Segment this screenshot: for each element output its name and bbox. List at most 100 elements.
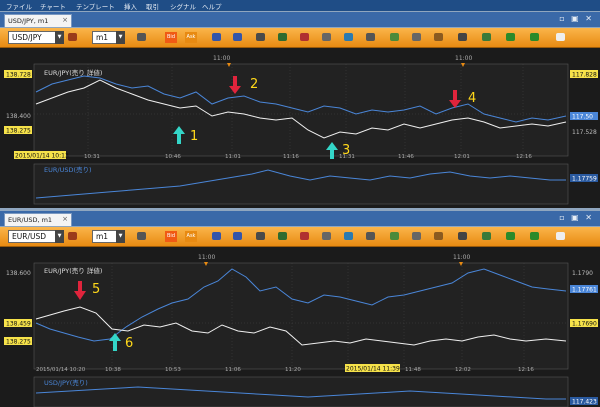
fan-tool-icon[interactable] — [482, 33, 491, 41]
menu-bar: ファイル チャート テンプレート 挿入 取引 シグナル ヘルプ — [0, 0, 600, 11]
menu-help[interactable]: ヘルプ — [202, 1, 222, 11]
grid-icon[interactable] — [137, 33, 146, 41]
close-icon[interactable]: × — [62, 215, 68, 223]
left-price-label: 138.600 — [6, 270, 31, 277]
right-price-label: 117.828 — [572, 72, 597, 79]
time-tick: 11:48 — [405, 367, 421, 373]
annotation-number: 4 — [468, 91, 476, 106]
time-tick: 10:53 — [165, 367, 181, 373]
ask-button[interactable]: Ask — [185, 32, 197, 43]
grid-icon[interactable] — [137, 232, 146, 240]
indicator-icon[interactable] — [278, 33, 287, 41]
zoom-in-icon[interactable] — [212, 232, 221, 240]
left-price-label: 138.728 — [6, 72, 31, 79]
menu-insert[interactable]: 挿入 — [124, 1, 137, 11]
chart-tab-eurusd[interactable]: EUR/USD, m1 × — [4, 213, 72, 226]
time-tick: 10:46 — [165, 154, 181, 160]
annotation-number: 5 — [92, 282, 100, 297]
menu-trade[interactable]: 取引 — [146, 1, 159, 11]
menu-template[interactable]: テンプレート — [76, 1, 115, 11]
wrench-icon[interactable] — [366, 33, 375, 41]
chevron-down-icon[interactable]: ▼ — [55, 230, 64, 243]
right-price-label: 1.17690 — [572, 321, 597, 328]
menu-signal[interactable]: シグナル — [170, 1, 196, 11]
brush-icon[interactable] — [530, 33, 539, 41]
sub-series-label: USD/JPY(売り) — [44, 378, 88, 387]
ask-button[interactable]: Ask — [185, 231, 197, 242]
refresh-icon[interactable] — [322, 33, 331, 41]
menu-chart[interactable]: チャート — [40, 1, 66, 11]
list-icon[interactable] — [458, 33, 467, 41]
right-price-label: 117.528 — [572, 129, 597, 136]
chevron-down-icon[interactable]: ▼ — [116, 230, 125, 243]
chevron-down-icon[interactable]: ▼ — [55, 31, 64, 44]
list-icon[interactable] — [458, 232, 467, 240]
right-price-label: 1.17761 — [572, 287, 597, 294]
window-1-titlebar: USD/JPY, m1 × ▫ ▣ ✕ — [0, 12, 600, 27]
crosshair-icon[interactable] — [256, 33, 265, 41]
time-tick: 11:20 — [285, 367, 301, 373]
time-tick: 11:06 — [225, 367, 241, 373]
cursor-date: 2015/01/14 11:39 — [346, 366, 400, 373]
symbol-select[interactable]: USD/JPY — [8, 31, 58, 44]
window-2-titlebar: EUR/USD, m1 × ▫ ▣ ✕ — [0, 211, 600, 226]
comment-icon[interactable] — [556, 232, 565, 240]
image-icon[interactable] — [390, 33, 399, 41]
zoom-out-icon[interactable] — [233, 33, 242, 41]
zoom-out-icon[interactable] — [233, 232, 242, 240]
globe-icon[interactable] — [344, 33, 353, 41]
close-icon[interactable]: × — [62, 16, 68, 24]
pencil-icon[interactable] — [506, 33, 515, 41]
pencil-icon[interactable] — [506, 232, 515, 240]
wrench-icon[interactable] — [366, 232, 375, 240]
annotation-number: 6 — [125, 336, 133, 351]
bid-button[interactable]: Bid — [165, 32, 177, 43]
line-tool-icon[interactable] — [300, 33, 309, 41]
time-tick: 12:01 — [454, 154, 470, 160]
window-2-toolbar: EUR/USD ▼ m1 ▼ Bid Ask — [0, 227, 600, 247]
left-price-label: 138.275 — [6, 339, 31, 346]
bid-button[interactable]: Bid — [165, 231, 177, 242]
right-price-label: 1.1790 — [572, 270, 593, 277]
window-controls[interactable]: ▫ ▣ ✕ — [559, 213, 594, 222]
fan-tool-icon[interactable] — [482, 232, 491, 240]
period-marker-label: 11:00 — [453, 254, 470, 261]
chart-type-icon[interactable] — [68, 33, 77, 41]
chart-tab-usdjpy[interactable]: USD/JPY, m1 × — [4, 14, 72, 27]
crosshair-icon[interactable] — [256, 232, 265, 240]
tab-label: USD/JPY, m1 — [8, 17, 49, 25]
period-marker-label: 11:00 — [455, 55, 472, 62]
symbol-select[interactable]: EUR/USD — [8, 230, 58, 243]
time-tick: 10:38 — [105, 367, 121, 373]
annotation-number: 3 — [342, 143, 350, 158]
start-date: 2015/01/14 10:20 — [36, 367, 86, 373]
refresh-icon[interactable] — [322, 232, 331, 240]
print-icon[interactable] — [412, 33, 421, 41]
chart-1[interactable]: 11:00 11:00 EUR/JPY(売り 詳値) EUR/USD(売り) 1… — [0, 48, 600, 208]
timeframe-select[interactable]: m1 — [92, 230, 118, 243]
zoom-in-icon[interactable] — [212, 33, 221, 41]
image-icon[interactable] — [390, 232, 399, 240]
draw-tool-icon[interactable] — [434, 232, 443, 240]
timeframe-select[interactable]: m1 — [92, 31, 118, 44]
chevron-down-icon[interactable]: ▼ — [116, 31, 125, 44]
comment-icon[interactable] — [556, 33, 565, 41]
menu-file[interactable]: ファイル — [6, 1, 32, 11]
left-price-label: 138.275 — [6, 128, 31, 135]
brush-icon[interactable] — [530, 232, 539, 240]
sub-series-label: EUR/USD(売り) — [44, 165, 92, 174]
cursor-date: 2015/01/14 10:13 — [15, 153, 69, 160]
right-price-label: 117.50 — [572, 114, 593, 121]
time-tick: 12:16 — [516, 154, 532, 160]
window-controls[interactable]: ▫ ▣ ✕ — [559, 14, 594, 23]
globe-icon[interactable] — [344, 232, 353, 240]
left-price-label: 138.459 — [6, 321, 31, 328]
print-icon[interactable] — [412, 232, 421, 240]
main-series-label: EUR/JPY(売り 詳値) — [44, 68, 102, 77]
chart-type-icon[interactable] — [68, 232, 77, 240]
line-tool-icon[interactable] — [300, 232, 309, 240]
chart-2[interactable]: 11:00 11:00 EUR/JPY(売り 詳値) USD/JPY(売り) 1… — [0, 247, 600, 407]
period-marker-label: 11:00 — [213, 55, 230, 62]
indicator-icon[interactable] — [278, 232, 287, 240]
draw-tool-icon[interactable] — [434, 33, 443, 41]
